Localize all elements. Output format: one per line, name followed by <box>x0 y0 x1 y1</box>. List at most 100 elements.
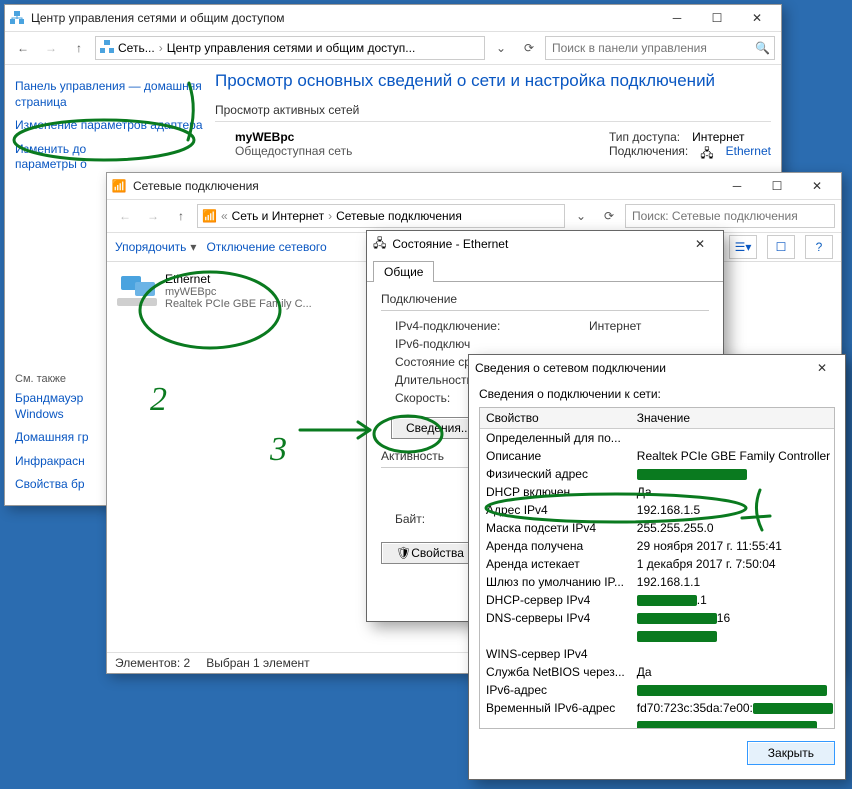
details-property: Определенный для по... <box>480 429 631 448</box>
details-value: Да <box>631 483 835 501</box>
details-property: Физический адрес <box>480 465 631 483</box>
search-box[interactable] <box>625 204 835 228</box>
details-row: ОписаниеRealtek PCIe GBE Family Controll… <box>480 447 835 465</box>
details-row: DHCP включенДа <box>480 483 835 501</box>
selection-count: Выбран 1 элемент <box>206 656 309 670</box>
close-button[interactable]: ✕ <box>797 173 837 199</box>
connection-link[interactable]: Ethernet <box>726 144 771 165</box>
details-property: Шлюз по умолчанию IP... <box>480 573 631 591</box>
col-property[interactable]: Свойство <box>480 408 631 429</box>
details-property: IPv6-адрес <box>480 681 631 699</box>
access-type-value: Интернет <box>692 130 744 144</box>
details-row: Определенный для по... <box>480 429 835 448</box>
minimize-button[interactable]: ─ <box>657 5 697 31</box>
details-value <box>631 465 835 483</box>
details-row <box>480 627 835 645</box>
page-heading: Просмотр основных сведений о сети и наст… <box>215 71 771 91</box>
tab-general[interactable]: Общие <box>373 261 434 282</box>
minimize-button[interactable]: ─ <box>717 173 757 199</box>
disable-device-button[interactable]: Отключение сетевого <box>206 240 326 254</box>
win1-titlebar: Центр управления сетями и общим доступом… <box>5 5 781 32</box>
win2-toolbar: ← → ↑ 📶 « Сеть и Интернет › Сетевые подк… <box>107 200 841 233</box>
connections-label: Подключения: <box>609 144 688 165</box>
help-button[interactable]: ? <box>805 235 833 259</box>
close-button[interactable]: ✕ <box>737 5 777 31</box>
back-button[interactable]: ← <box>11 36 35 60</box>
details-value: 192.168.1.5 <box>631 501 835 519</box>
view-options-button[interactable]: ☰▾ <box>729 235 757 259</box>
bc-seg[interactable]: Сетевые подключения <box>336 209 462 223</box>
details-row: DHCP-сервер IPv4.1 <box>480 591 835 609</box>
breadcrumb[interactable]: Сеть... › Центр управления сетями и общи… <box>95 36 485 60</box>
details-value: 16 <box>631 609 835 627</box>
details-row: Аренда истекает1 декабря 2017 г. 7:50:04 <box>480 555 835 573</box>
details-value: 1 декабря 2017 г. 7:50:04 <box>631 555 835 573</box>
details-row: Шлюз по умолчанию IP...192.168.1.1 <box>480 573 835 591</box>
search-input[interactable] <box>550 40 755 56</box>
bc-seg[interactable]: Сеть и Интернет <box>232 209 324 223</box>
history-dropdown[interactable]: ⌄ <box>569 204 593 228</box>
details-property: DHCP включен <box>480 483 631 501</box>
win1-toolbar: ← → ↑ Сеть... › Центр управления сетями … <box>5 32 781 65</box>
refresh-button[interactable]: ⟳ <box>597 204 621 228</box>
details-value <box>631 429 835 448</box>
shield-icon: 🛡 <box>396 546 411 560</box>
folder-icon: 📶 <box>111 178 127 194</box>
details-property: Описание <box>480 447 631 465</box>
chevron-right-icon: › <box>328 209 332 223</box>
details-property: Временный IPv6-адрес <box>480 699 631 717</box>
status-dialog-titlebar: 🖧 Состояние - Ethernet ✕ <box>367 231 723 257</box>
change-sharing-settings-link[interactable]: Изменить до параметры о <box>15 142 215 173</box>
details-property: Адрес IPv4 <box>480 501 631 519</box>
dropdown-icon[interactable]: ▾ <box>190 240 196 254</box>
details-property: WINS-сервер IPv4 <box>480 645 631 663</box>
close-details-button[interactable]: Закрыть <box>747 741 835 765</box>
details-property: DNS-серверы IPv4 <box>480 609 631 627</box>
network-icon: 📶 <box>202 209 217 223</box>
bc-seg[interactable]: Сеть... <box>118 41 155 55</box>
details-row: WINS-сервер IPv4 <box>480 645 835 663</box>
details-dialog-title: Сведения о сетевом подключении <box>475 361 805 375</box>
details-row: Маска подсети IPv4255.255.255.0 <box>480 519 835 537</box>
status-dialog-title: Состояние - Ethernet <box>392 237 683 251</box>
details-table-scroll[interactable]: Свойство Значение Определенный для по...… <box>479 407 835 729</box>
search-input[interactable] <box>630 208 830 224</box>
details-value: 255.255.255.0 <box>631 519 835 537</box>
element-count: Элементов: 2 <box>115 656 190 670</box>
network-icon <box>9 10 25 26</box>
history-dropdown[interactable]: ⌄ <box>489 36 513 60</box>
col-value[interactable]: Значение <box>631 408 835 429</box>
win1-title: Центр управления сетями и общим доступом <box>31 11 657 25</box>
adapter-item-ethernet[interactable]: Ethernet myWEBpc Realtek PCIe GBE Family… <box>107 262 387 320</box>
back-button[interactable]: ← <box>113 204 137 228</box>
change-adapter-settings-link[interactable]: Изменение параметров адаптера <box>15 118 215 134</box>
preview-pane-button[interactable]: ☐ <box>767 235 795 259</box>
details-row <box>480 717 835 729</box>
chevron-right-icon: › <box>159 41 163 55</box>
details-dialog-titlebar: Сведения о сетевом подключении ✕ <box>469 355 845 381</box>
breadcrumb[interactable]: 📶 « Сеть и Интернет › Сетевые подключени… <box>197 204 565 228</box>
close-button[interactable]: ✕ <box>683 233 717 255</box>
details-subtitle: Сведения о подключении к сети: <box>469 381 845 403</box>
up-button[interactable]: ↑ <box>67 36 91 60</box>
up-button[interactable]: ↑ <box>169 204 193 228</box>
bc-seg[interactable]: Центр управления сетями и общим доступ..… <box>167 41 416 55</box>
close-button[interactable]: ✕ <box>805 357 839 379</box>
win1-content: Просмотр основных сведений о сети и наст… <box>215 67 771 165</box>
maximize-button[interactable]: ☐ <box>697 5 737 31</box>
search-box[interactable]: 🔍 <box>545 36 775 60</box>
details-row: IPv6-адрес <box>480 681 835 699</box>
network-icon: 🖧 <box>700 144 713 165</box>
forward-button[interactable]: → <box>141 204 165 228</box>
adapter-name: Ethernet <box>165 272 312 286</box>
forward-button[interactable]: → <box>39 36 63 60</box>
maximize-button[interactable]: ☐ <box>757 173 797 199</box>
properties-button[interactable]: 🛡Свойства <box>381 542 479 564</box>
refresh-button[interactable]: ⟳ <box>517 36 541 60</box>
ethernet-icon: 🖧 <box>373 234 386 255</box>
network-icon <box>100 40 114 57</box>
details-row: Временный IPv6-адресfd70:723c:35da:7e00: <box>480 699 835 717</box>
organize-button[interactable]: Упорядочить <box>115 240 186 254</box>
details-value <box>631 627 835 645</box>
control-panel-home-link[interactable]: Панель управления — домашняя страница <box>15 79 215 110</box>
